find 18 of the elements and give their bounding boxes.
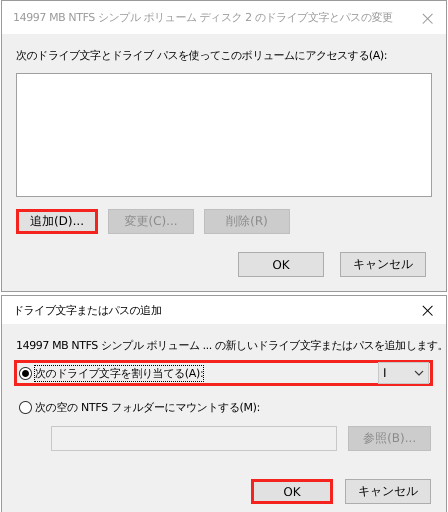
instruction-text: 次のドライブ文字とドライブ パスを使ってこのボリュームにアクセスする(A): [16,48,388,64]
folder-path-field[interactable] [51,426,338,451]
window-title: 14997 MB NTFS シンプル ボリューム ディスク 2 のドライブ文字とパスの変更 [13,10,393,25]
action-button[interactable]: 追加(D)... [16,209,98,234]
cancel-button[interactable]: キャンセル [340,252,426,277]
ok-button[interactable]: OK [251,479,333,504]
instruction-text: 14997 MB NTFS シンプル ボリューム ... の新しいドライブ文字またはパスを追加します。 [16,338,448,354]
ok-button[interactable]: OK [238,252,324,277]
window-title: ドライブ文字またはパスの追加 [13,302,162,318]
radio-option[interactable]: 次のドライブ文字を割り当てる(A): [19,366,204,380]
radio-button[interactable] [19,400,32,414]
drive-path-list[interactable] [16,73,432,197]
cancel-button[interactable]: キャンセル [345,479,431,504]
radio-option[interactable]: 次の空の NTFS フォルダーにマウントする(M): [19,400,260,414]
close-button[interactable]: × [419,300,436,320]
chevron-down-icon [414,370,424,376]
radio-button[interactable] [19,366,32,380]
drive-letter-dropdown[interactable]: I [378,362,429,384]
